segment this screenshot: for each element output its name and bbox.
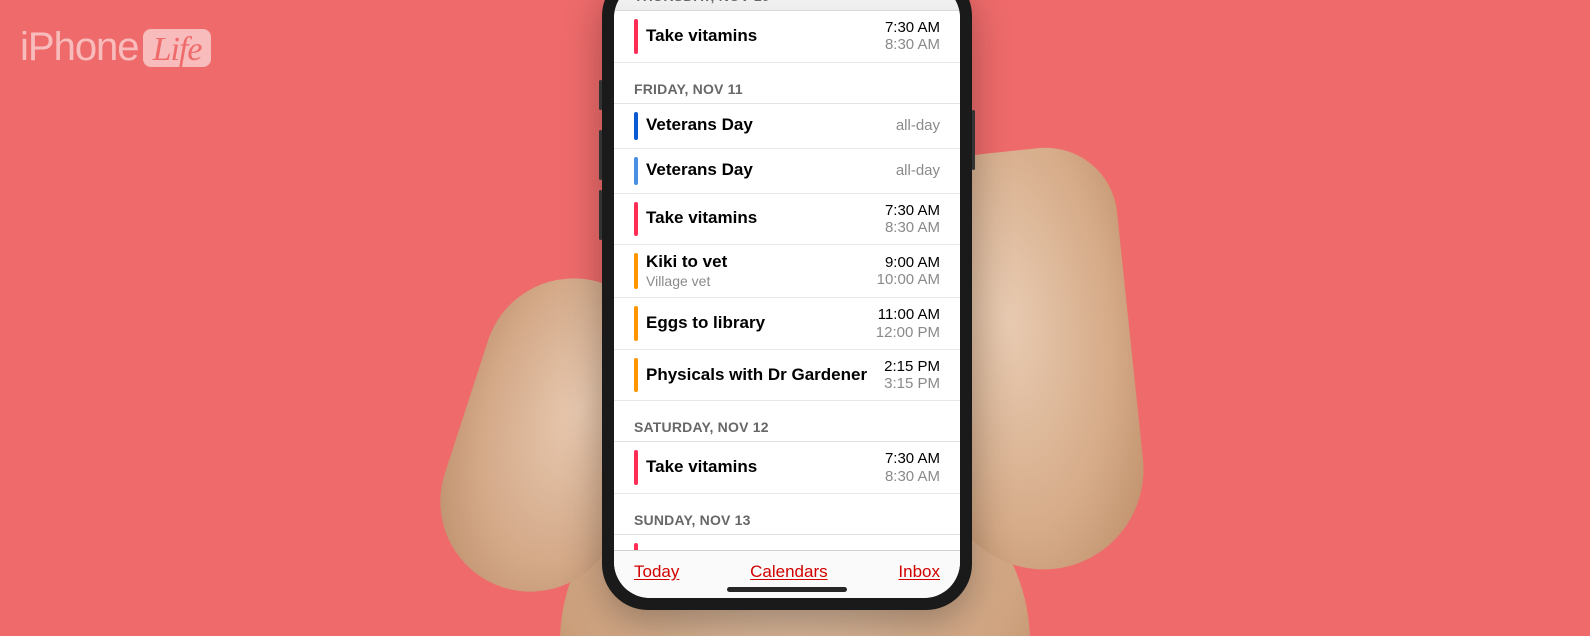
event-start-time: 2:15 PM: [884, 358, 940, 375]
calendar-event-row[interactable]: Veterans Dayall-day: [614, 104, 960, 149]
calendar-event-row[interactable]: Veterans Dayall-day: [614, 149, 960, 194]
calendar-color-indicator: [634, 306, 638, 341]
event-start-time: 7:30 AM: [885, 202, 940, 219]
calendar-event-row[interactable]: Physicals with Dr Gardener2:15 PM3:15 PM: [614, 350, 960, 402]
calendars-button[interactable]: Calendars: [750, 562, 828, 582]
event-title: Veterans Day: [646, 161, 896, 180]
event-start-time: 7:30 AM: [885, 19, 940, 36]
day-section-header: FRIDAY, NOV 11: [614, 63, 960, 104]
event-end-time: 8:30 AM: [885, 219, 940, 236]
event-start-time: 11:00 AM: [876, 306, 940, 323]
calendar-event-row[interactable]: Take vitamins7:30 AM8:30 AM: [614, 11, 960, 63]
event-end-time: 8:30 AM: [885, 468, 940, 485]
event-start-time: 9:00 AM: [877, 254, 940, 271]
day-section-header: SATURDAY, NOV 12: [614, 401, 960, 442]
event-times: 11:00 AM12:00 PM: [876, 306, 940, 341]
event-title: Kiki to vet: [646, 253, 877, 272]
event-title: Take vitamins: [646, 209, 885, 228]
calendar-event-row[interactable]: Kiki to vetVillage vet9:00 AM10:00 AM: [614, 245, 960, 298]
calendar-event-row[interactable]: Take vitamins7:30 AM: [614, 535, 960, 550]
calendar-color-indicator: [634, 543, 638, 550]
event-start-time: 7:30 AM: [885, 450, 940, 467]
calendar-event-list[interactable]: THURSDAY, NOV 10Take vitamins7:30 AM8:30…: [614, 0, 960, 550]
event-main: Take vitamins: [646, 543, 885, 550]
calendar-color-indicator: [634, 19, 638, 54]
event-start-time: 7:30 AM: [885, 548, 940, 550]
day-section-header: THURSDAY, NOV 10: [614, 0, 960, 11]
event-main: Take vitamins: [646, 19, 885, 54]
calendar-event-row[interactable]: Take vitamins7:30 AM8:30 AM: [614, 442, 960, 494]
logo-suffix: Life: [143, 29, 212, 67]
event-main: Eggs to library: [646, 306, 876, 341]
iphonelife-logo: iPhone Life: [20, 25, 211, 70]
event-main: Veterans Day: [646, 112, 896, 140]
event-title: Veterans Day: [646, 116, 896, 135]
event-times: 7:30 AM: [885, 543, 940, 550]
inbox-button[interactable]: Inbox: [898, 562, 940, 582]
event-end-time: 10:00 AM: [877, 271, 940, 288]
event-main: Veterans Day: [646, 157, 896, 185]
calendar-color-indicator: [634, 358, 638, 393]
calendar-color-indicator: [634, 112, 638, 140]
event-title: Take vitamins: [646, 458, 885, 477]
event-times: all-day: [896, 112, 940, 140]
event-title: Take vitamins: [646, 548, 885, 550]
phone-frame: THURSDAY, NOV 10Take vitamins7:30 AM8:30…: [602, 0, 972, 610]
event-title: Take vitamins: [646, 27, 885, 46]
event-title: Physicals with Dr Gardener: [646, 366, 884, 385]
today-button[interactable]: Today: [634, 562, 679, 582]
calendar-event-row[interactable]: Take vitamins7:30 AM8:30 AM: [614, 194, 960, 246]
event-times: 9:00 AM10:00 AM: [877, 253, 940, 289]
event-allday-label: all-day: [896, 162, 940, 179]
calendar-event-row[interactable]: Eggs to library11:00 AM12:00 PM: [614, 298, 960, 350]
event-main: Take vitamins: [646, 450, 885, 485]
calendar-color-indicator: [634, 450, 638, 485]
event-times: all-day: [896, 157, 940, 185]
event-end-time: 8:30 AM: [885, 36, 940, 53]
event-times: 7:30 AM8:30 AM: [885, 450, 940, 485]
event-main: Physicals with Dr Gardener: [646, 358, 884, 393]
event-allday-label: all-day: [896, 117, 940, 134]
event-end-time: 12:00 PM: [876, 324, 940, 341]
logo-prefix: iPhone: [20, 25, 139, 70]
day-section-header: SUNDAY, NOV 13: [614, 494, 960, 535]
phone-screen: THURSDAY, NOV 10Take vitamins7:30 AM8:30…: [614, 0, 960, 598]
home-indicator[interactable]: [727, 587, 847, 592]
event-times: 7:30 AM8:30 AM: [885, 19, 940, 54]
event-title: Eggs to library: [646, 314, 876, 333]
event-main: Kiki to vetVillage vet: [646, 253, 877, 289]
calendar-color-indicator: [634, 157, 638, 185]
event-subtitle: Village vet: [646, 273, 877, 290]
event-end-time: 3:15 PM: [884, 375, 940, 392]
event-times: 2:15 PM3:15 PM: [884, 358, 940, 393]
event-main: Take vitamins: [646, 202, 885, 237]
calendar-color-indicator: [634, 202, 638, 237]
event-times: 7:30 AM8:30 AM: [885, 202, 940, 237]
calendar-color-indicator: [634, 253, 638, 289]
